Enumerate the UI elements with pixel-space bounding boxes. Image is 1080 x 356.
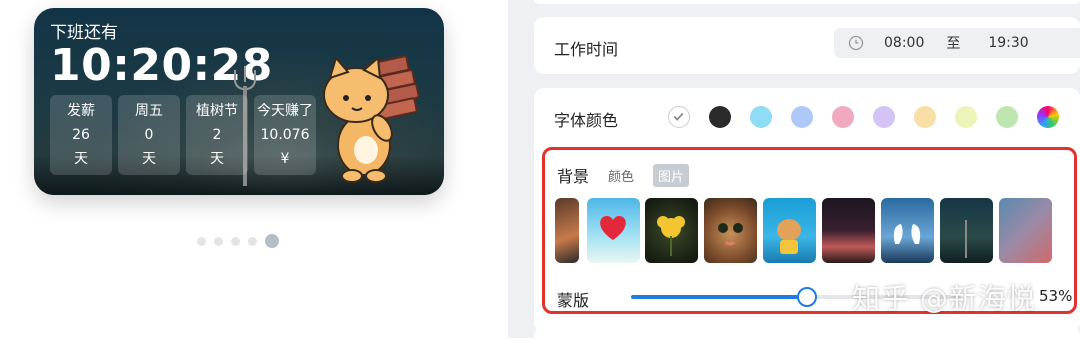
font-color-label: 字体颜色 xyxy=(554,111,619,130)
watermark: 知乎 @新海悦 xyxy=(852,282,1036,315)
stat-unit: ¥ xyxy=(280,151,290,167)
cat-face-icon xyxy=(718,223,743,246)
work-time-picker[interactable]: 08:00 至 19:30 xyxy=(834,28,1080,58)
stat-value: 2 xyxy=(212,127,222,143)
flower-icon xyxy=(657,216,685,256)
swatch-green[interactable] xyxy=(996,106,1018,128)
swatch-blue[interactable] xyxy=(791,106,813,128)
stat-value: 10.076 xyxy=(260,127,310,143)
swan-icon xyxy=(893,224,921,244)
bg-thumb-tower[interactable] xyxy=(940,198,993,263)
mask-percent-suffix: % xyxy=(1058,287,1073,305)
mask-slider-thumb[interactable] xyxy=(796,287,817,307)
mask-label: 蒙版 xyxy=(557,291,590,310)
stat-value: 0 xyxy=(144,127,154,143)
clock-icon xyxy=(848,35,864,51)
widget-preview-area: 下班还有 10:20:28 发薪 26 天 周五 0 天 植树节 2 天 今天赚… xyxy=(0,0,508,338)
bg-thumb-dog[interactable] xyxy=(763,198,816,263)
carousel-pager[interactable] xyxy=(197,234,279,248)
pager-dot[interactable] xyxy=(231,236,240,246)
swatch-pink[interactable] xyxy=(832,106,854,128)
bg-thumb-hearts[interactable] xyxy=(587,198,640,263)
pager-dot[interactable] xyxy=(214,236,223,246)
swatch-lime[interactable] xyxy=(955,106,977,128)
background-label: 背景 xyxy=(557,167,590,186)
bg-thumb-gradient[interactable] xyxy=(999,198,1052,263)
stat-earned-today: 今天赚了 10.076 ¥ xyxy=(254,95,316,175)
swatch-peach[interactable] xyxy=(914,106,936,128)
stat-unit: 天 xyxy=(74,151,88,167)
dog-icon xyxy=(777,219,801,254)
next-card-edge xyxy=(534,326,1080,356)
stat-unit: 天 xyxy=(210,151,224,167)
stat-unit: 天 xyxy=(142,151,156,167)
stat-label: 发薪 xyxy=(67,103,95,119)
work-time-row: 工作时间 08:00 至 19:30 xyxy=(534,17,1080,74)
bg-thumb-flower[interactable] xyxy=(645,198,698,263)
stat-friday: 周五 0 天 xyxy=(118,95,180,175)
swatch-black[interactable] xyxy=(709,106,731,128)
stat-payday: 发薪 26 天 xyxy=(50,95,112,175)
stat-label: 周五 xyxy=(135,103,163,119)
cat-mascot-icon xyxy=(323,55,420,183)
heart-icon xyxy=(600,216,626,240)
swatch-cyan[interactable] xyxy=(750,106,772,128)
stat-value: 26 xyxy=(72,127,90,143)
tab-color[interactable]: 颜色 xyxy=(603,164,639,187)
bg-thumb-swans[interactable] xyxy=(881,198,934,263)
tower-icon xyxy=(965,220,967,258)
mask-percent: 53 xyxy=(1039,287,1059,305)
mask-value: 53% xyxy=(1039,287,1072,305)
widget-stats: 发薪 26 天 周五 0 天 植树节 2 天 今天赚了 10.076 ¥ xyxy=(50,95,316,175)
bg-thumb-couple[interactable] xyxy=(822,198,875,263)
swatch-white-selected[interactable] xyxy=(668,106,690,128)
stat-arbor-day: 植树节 2 天 xyxy=(186,95,248,175)
pager-dot-active[interactable] xyxy=(265,234,279,248)
time-separator: 至 xyxy=(946,36,961,52)
pager-dot[interactable] xyxy=(197,236,206,246)
check-icon xyxy=(673,112,684,121)
stat-label: 植树节 xyxy=(196,103,238,119)
swatch-custom-gradient[interactable] xyxy=(1037,106,1059,128)
end-time[interactable]: 19:30 xyxy=(988,35,1028,51)
work-time-label: 工作时间 xyxy=(554,40,619,59)
bg-thumb-cat[interactable] xyxy=(704,198,757,263)
countdown-widget[interactable]: 下班还有 10:20:28 发薪 26 天 周五 0 天 植树节 2 天 今天赚… xyxy=(34,8,444,195)
pager-dot[interactable] xyxy=(248,236,257,246)
tab-image[interactable]: 图片 xyxy=(653,164,690,187)
stat-label: 今天赚了 xyxy=(257,103,313,119)
mask-slider-fill xyxy=(631,295,806,299)
swatch-lavender[interactable] xyxy=(873,106,895,128)
bg-thumb-partial[interactable] xyxy=(555,198,579,263)
top-card-edge xyxy=(534,0,1080,4)
start-time[interactable]: 08:00 xyxy=(884,35,924,51)
